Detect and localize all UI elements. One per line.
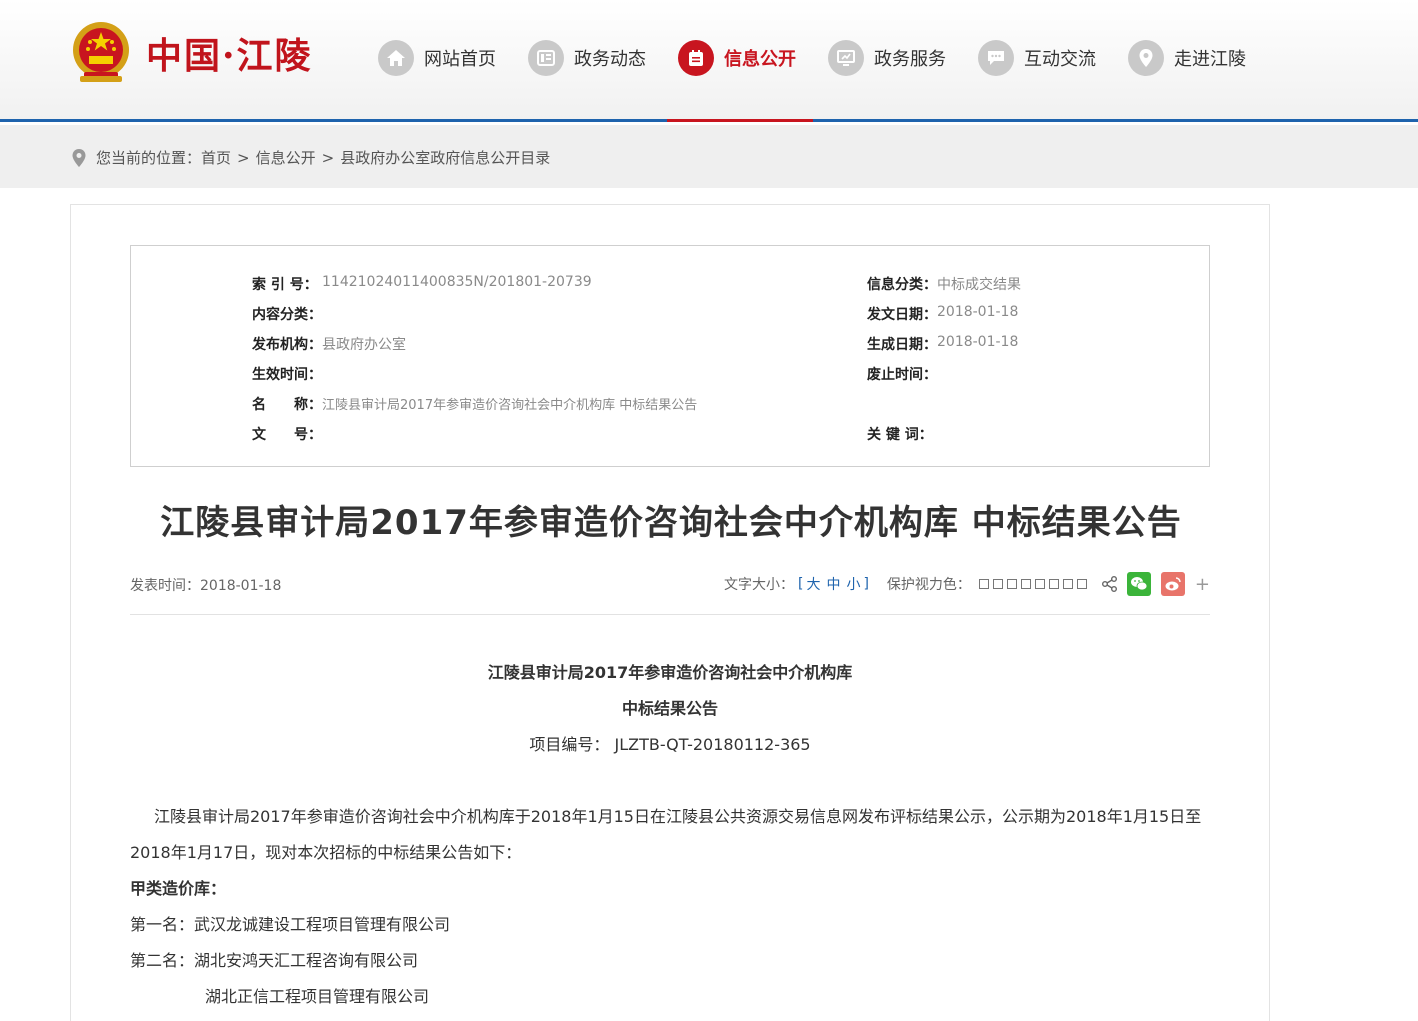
nav-item-news[interactable]: 政务动态 bbox=[528, 38, 646, 78]
breadcrumb: 您当前的位置： 首页 > 信息公开 > 县政府办公室政府信息公开目录 bbox=[70, 147, 550, 168]
site-header: 中国·江陵 网站首页 政务动态 信息公开 政务服务 互动交流 走进江陵 bbox=[0, 0, 1418, 122]
meta-label: 生成日期： bbox=[867, 337, 937, 353]
nav-item-about[interactable]: 走进江陵 bbox=[1128, 38, 1246, 78]
article-body: 江陵县审计局2017年参审造价咨询社会中介机构库 中标结果公告 项目编号： JL… bbox=[130, 655, 1210, 1015]
body-subheading: 中标结果公告 bbox=[621, 699, 718, 718]
main-nav: 网站首页 政务动态 信息公开 政务服务 互动交流 走进江陵 bbox=[378, 38, 1278, 78]
weibo-share-icon[interactable] bbox=[1160, 572, 1185, 596]
body-heading: 江陵县审计局2017年参审造价咨询社会中介机构库 bbox=[487, 663, 853, 682]
result-second-b: 湖北正信工程项目管理有限公司 bbox=[205, 987, 430, 1006]
reading-tools: 文字大小： [ 大 中 小 ] 保护视力色： + bbox=[724, 571, 1210, 597]
wechat-share-icon[interactable] bbox=[1126, 572, 1151, 596]
meta-value: 2018-01-18 bbox=[937, 334, 1019, 350]
meta-created-date: 生成日期： 2018-01-18 bbox=[867, 334, 1018, 354]
meta-value: 县政府办公室 bbox=[322, 337, 406, 353]
meta-label: 名 称： bbox=[252, 397, 322, 413]
breadcrumb-catalog-link[interactable]: 县政府办公室政府信息公开目录 bbox=[340, 147, 550, 168]
share-icon[interactable] bbox=[1101, 575, 1119, 593]
font-size-large-button[interactable]: 大 bbox=[806, 574, 820, 594]
nav-label: 信息公开 bbox=[724, 49, 796, 70]
color-swatch[interactable] bbox=[1076, 579, 1087, 589]
document-meta-box: 索 引 号： 11421024011400835N/201801-20739 信… bbox=[130, 245, 1210, 467]
breadcrumb-prefix: 您当前的位置： bbox=[96, 149, 202, 167]
color-swatch[interactable] bbox=[992, 579, 1003, 589]
meta-doc-no: 文 号： bbox=[252, 424, 322, 444]
eye-protect-color-label: 保护视力色： bbox=[886, 577, 971, 593]
meta-publisher: 发布机构： 县政府办公室 bbox=[252, 334, 406, 354]
meta-label: 发文日期： bbox=[867, 307, 937, 323]
news-icon bbox=[528, 40, 564, 76]
article-toolbar: 发表时间：2018-01-18 文字大小： [ 大 中 小 ] 保护视力色： + bbox=[130, 571, 1210, 615]
meta-effective-time: 生效时间： bbox=[252, 364, 322, 384]
logo-text: 中国·江陵 bbox=[146, 35, 313, 77]
meta-index-no: 索 引 号： 11421024011400835N/201801-20739 bbox=[252, 274, 592, 294]
meta-label: 信息分类： bbox=[867, 277, 937, 293]
meta-label: 文 号： bbox=[252, 427, 322, 443]
nav-label: 网站首页 bbox=[424, 49, 496, 70]
font-size-small-button[interactable]: 小 bbox=[846, 574, 860, 594]
color-swatch[interactable] bbox=[1020, 579, 1031, 589]
result-first: 第一名：武汉龙诚建设工程项目管理有限公司 bbox=[130, 915, 451, 934]
meta-expiry-time: 废止时间： bbox=[867, 364, 937, 384]
color-swatch[interactable] bbox=[1006, 579, 1017, 589]
bracket-open: [ bbox=[797, 576, 804, 592]
eye-color-swatches bbox=[975, 579, 1087, 589]
project-number: 项目编号： JLZTB-QT-20180112-365 bbox=[529, 735, 811, 754]
meta-content-category: 内容分类： bbox=[252, 304, 322, 324]
nav-item-interaction[interactable]: 互动交流 bbox=[978, 38, 1096, 78]
national-emblem-icon bbox=[73, 22, 129, 82]
nav-item-services[interactable]: 政务服务 bbox=[828, 38, 946, 78]
meta-label: 关 键 词： bbox=[867, 427, 933, 443]
bracket-close: ] bbox=[863, 576, 869, 592]
meta-issue-date: 发文日期： 2018-01-18 bbox=[867, 304, 1018, 324]
nav-item-home[interactable]: 网站首页 bbox=[378, 38, 496, 78]
meta-value: 11421024011400835N/201801-20739 bbox=[322, 274, 592, 290]
content-panel: 索 引 号： 11421024011400835N/201801-20739 信… bbox=[70, 204, 1270, 1021]
publish-time: 发表时间：2018-01-18 bbox=[130, 578, 282, 594]
nav-label: 走进江陵 bbox=[1174, 49, 1246, 70]
color-swatch[interactable] bbox=[1048, 579, 1059, 589]
meta-value: 江陵县审计局2017年参审造价咨询社会中介机构库 中标结果公告 bbox=[322, 398, 698, 413]
font-size-label: 文字大小： bbox=[723, 577, 794, 593]
breadcrumb-separator: > bbox=[321, 148, 335, 167]
color-swatch[interactable] bbox=[1062, 579, 1073, 589]
breadcrumb-home-link[interactable]: 首页 bbox=[201, 147, 231, 168]
home-icon bbox=[378, 40, 414, 76]
location-pin-icon bbox=[72, 148, 86, 167]
breadcrumb-separator: > bbox=[237, 148, 250, 167]
meta-label: 发布机构： bbox=[252, 337, 322, 353]
meta-value: 中标成交结果 bbox=[937, 277, 1021, 293]
nav-label: 互动交流 bbox=[1024, 49, 1096, 70]
meta-category: 信息分类： 中标成交结果 bbox=[867, 274, 1021, 294]
breadcrumb-info-link[interactable]: 信息公开 bbox=[256, 147, 316, 168]
color-swatch[interactable] bbox=[978, 579, 989, 589]
meta-label: 内容分类： bbox=[252, 307, 322, 323]
nav-label: 政务动态 bbox=[574, 49, 646, 70]
nav-label: 政务服务 bbox=[874, 49, 946, 70]
more-share-icon[interactable]: + bbox=[1195, 574, 1210, 595]
active-nav-indicator bbox=[667, 119, 813, 122]
result-second: 第二名：湖北安鸿天汇工程咨询有限公司 bbox=[130, 951, 419, 970]
breadcrumb-bar: 您当前的位置： 首页 > 信息公开 > 县政府办公室政府信息公开目录 bbox=[0, 125, 1418, 188]
monitor-icon bbox=[828, 40, 864, 76]
nav-item-info-disclosure[interactable]: 信息公开 bbox=[678, 38, 796, 78]
meta-name: 名 称： 江陵县审计局2017年参审造价咨询社会中介机构库 中标结果公告 bbox=[252, 394, 697, 414]
meta-label: 生效时间： bbox=[252, 367, 322, 383]
location-pin-icon bbox=[1128, 40, 1164, 76]
font-size-medium-button[interactable]: 中 bbox=[826, 574, 840, 594]
chat-icon bbox=[978, 40, 1014, 76]
body-paragraph: 江陵县审计局2017年参审造价咨询社会中介机构库于2018年1月15日在江陵县公… bbox=[130, 807, 1202, 862]
meta-keywords: 关 键 词： bbox=[867, 424, 937, 444]
meta-label: 废止时间： bbox=[867, 367, 937, 383]
color-swatch[interactable] bbox=[1034, 579, 1045, 589]
meta-value: 2018-01-18 bbox=[937, 304, 1019, 320]
article-title: 江陵县审计局2017年参审造价咨询社会中介机构库 中标结果公告 bbox=[160, 503, 1182, 543]
section-heading: 甲类造价库： bbox=[130, 879, 227, 898]
site-logo[interactable]: 中国·江陵 bbox=[70, 18, 313, 88]
meta-label: 索 引 号： bbox=[252, 277, 318, 293]
calendar-icon bbox=[678, 40, 714, 76]
